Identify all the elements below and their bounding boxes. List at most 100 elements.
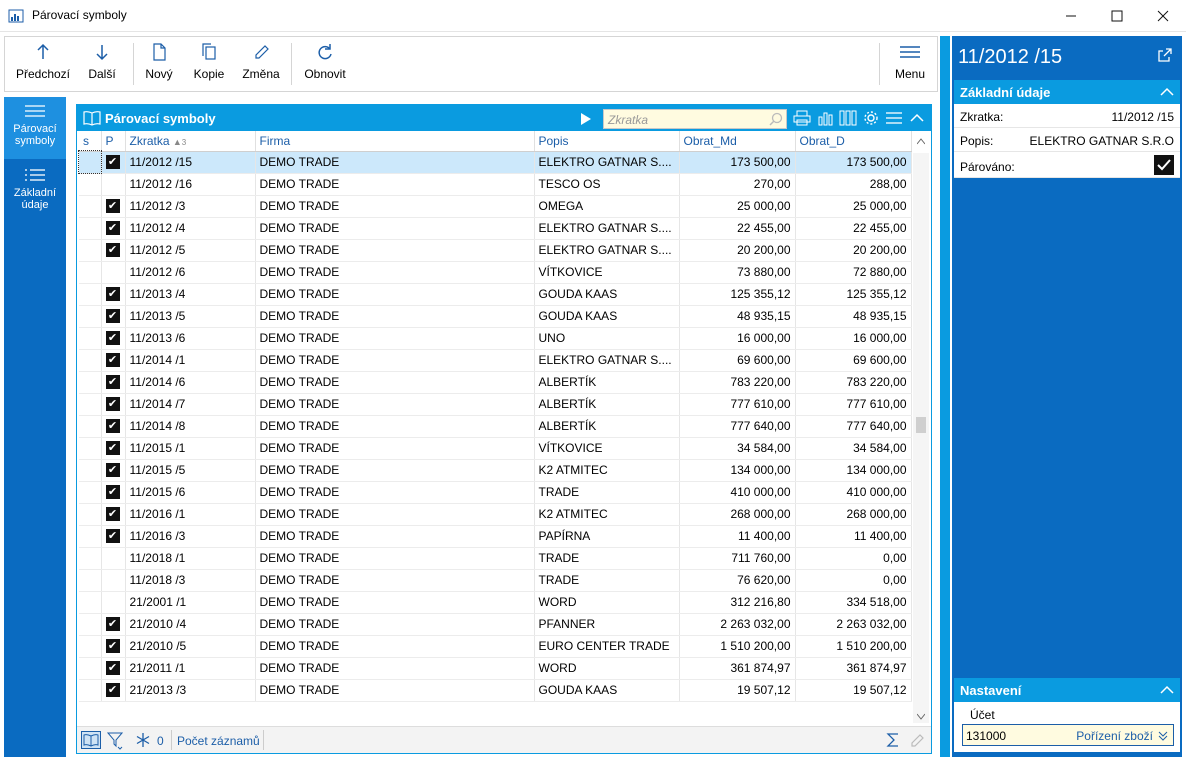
table-row[interactable]: ✔ 11/2012 /3 DEMO TRADE OMEGA 25 000,00 25 00… — [79, 195, 912, 218]
paired-checkbox[interactable]: ✔ — [105, 639, 120, 654]
pane-splitter[interactable] — [940, 36, 950, 757]
paired-checkbox[interactable]: ✔ — [105, 485, 120, 500]
column-header-s[interactable]: s — [79, 131, 102, 152]
table-row[interactable]: 11/2018 /3 DEMO TRADE TRADE 76 620,00 0,00 — [79, 569, 912, 592]
chevron-up-icon[interactable] — [1160, 684, 1174, 696]
maximize-button[interactable] — [1094, 0, 1140, 32]
new-button[interactable]: Nový — [141, 37, 177, 91]
close-button[interactable] — [1140, 0, 1186, 32]
section-header[interactable]: Nastavení — [954, 678, 1180, 702]
filter-icon[interactable] — [107, 732, 123, 750]
section-header[interactable]: Základní údaje — [954, 80, 1180, 104]
column-header-firma[interactable]: Firma — [255, 131, 535, 152]
paired-checkbox[interactable]: ✔ — [105, 287, 120, 302]
play-icon[interactable] — [579, 112, 593, 126]
table-row[interactable]: ✔ 21/2010 /4 DEMO TRADE PFANNER 2 263 032,00… — [79, 613, 912, 636]
previous-button[interactable]: Předchozí — [13, 37, 73, 91]
sum-icon[interactable] — [885, 732, 901, 748]
paired-checkbox[interactable]: ✔ — [105, 661, 120, 676]
paired-checkbox[interactable]: ✔ — [105, 353, 120, 368]
ucet-field[interactable]: 131000 Pořízení zboží — [962, 724, 1174, 746]
column-header-popis[interactable]: Popis — [534, 131, 680, 152]
book-view-icon[interactable] — [81, 731, 101, 749]
table-row[interactable]: ✔ 21/2013 /3 DEMO TRADE GOUDA KAAS 19 507,12… — [79, 679, 912, 702]
snowflake-icon[interactable] — [135, 732, 151, 748]
table-row[interactable]: ✔ 11/2013 /5 DEMO TRADE GOUDA KAAS 48 935,15… — [79, 305, 912, 328]
cell-obrat-md: 34 584,00 — [679, 437, 796, 460]
edit-button[interactable]: Změna — [239, 37, 283, 91]
table-row[interactable]: ✔ 21/2010 /5 DEMO TRADE EURO CENTER TRADE 1 … — [79, 635, 912, 658]
gear-icon[interactable] — [863, 110, 879, 126]
paired-checkbox[interactable]: ✔ — [105, 683, 120, 698]
paired-checkbox[interactable]: ✔ — [105, 441, 120, 456]
cell-p: ✔ — [101, 371, 126, 394]
columns-icon[interactable] — [839, 110, 857, 126]
chevron-up-icon[interactable] — [909, 111, 925, 125]
paired-checkbox[interactable]: ✔ — [105, 463, 120, 478]
table-row[interactable]: ✔ 11/2015 /5 DEMO TRADE K2 ATMITEC 134 000,0… — [79, 459, 912, 482]
cell-p — [101, 547, 126, 570]
table-row[interactable]: ✔ 11/2014 /7 DEMO TRADE ALBERTÍK 777 610,00 7… — [79, 393, 912, 416]
table-row[interactable]: ✔ 11/2016 /3 DEMO TRADE PAPÍRNA 11 400,00 11 … — [79, 525, 912, 548]
next-button[interactable]: Další — [81, 37, 123, 91]
column-header-zkratka[interactable]: Zkratka ▲3 — [125, 131, 256, 152]
table-row[interactable]: ✔ 11/2014 /6 DEMO TRADE ALBERTÍK 783 220,00 7… — [79, 371, 912, 394]
search-input[interactable]: Zkratka — [603, 109, 787, 129]
paired-checkbox[interactable]: ✔ — [105, 375, 120, 390]
paired-checkbox[interactable]: ✔ — [105, 331, 120, 346]
paired-checkbox[interactable]: ✔ — [105, 617, 120, 632]
column-header-p[interactable]: P — [101, 131, 126, 152]
paired-checkbox[interactable]: ✔ — [105, 529, 120, 544]
status-separator — [263, 730, 264, 750]
table-row[interactable]: ✔ 11/2013 /4 DEMO TRADE GOUDA KAAS 125 355,1… — [79, 283, 912, 306]
cell-popis: PAPÍRNA — [534, 525, 680, 548]
scroll-up-icon[interactable] — [917, 137, 925, 145]
paired-checkbox[interactable]: ✔ — [105, 221, 120, 236]
paired-checkbox[interactable]: ✔ — [105, 243, 120, 258]
hamburger-menu-icon[interactable] — [885, 110, 903, 126]
table-row[interactable]: ✔ 11/2014 /1 DEMO TRADE ELEKTRO GATNAR S...… — [79, 349, 912, 372]
table-row[interactable]: ✔ 11/2014 /8 DEMO TRADE ALBERTÍK 777 640,00 7… — [79, 415, 912, 438]
print-icon[interactable] — [793, 110, 811, 126]
table-row[interactable]: ✔ 11/2015 /1 DEMO TRADE VÍTKOVICE 34 584,00 3… — [79, 437, 912, 460]
menu-button[interactable]: Menu — [889, 37, 931, 91]
paired-checkbox[interactable]: ✔ — [105, 397, 120, 412]
table-row[interactable]: 21/2001 /1 DEMO TRADE WORD 312 216,80 334 51… — [79, 591, 912, 614]
field-value[interactable]: ELEKTRO GATNAR S.R.O — [1030, 134, 1174, 148]
paired-checkbox[interactable]: ✔ — [105, 155, 120, 170]
chart-icon[interactable] — [817, 110, 835, 126]
column-header-obrat-md[interactable]: Obrat_Md — [679, 131, 796, 152]
table-row[interactable]: ✔ 11/2012 /15 DEMO TRADE ELEKTRO GATNAR S..… — [78, 150, 912, 174]
table-row[interactable]: ✔ 11/2016 /1 DEMO TRADE K2 ATMITEC 268 000,0… — [79, 503, 912, 526]
app-icon — [8, 9, 24, 23]
paired-checkbox[interactable]: ✔ — [105, 199, 120, 214]
paired-checkbox[interactable]: ✔ — [105, 419, 120, 434]
table-row[interactable]: ✔ 11/2012 /4 DEMO TRADE ELEKTRO GATNAR S...… — [79, 217, 912, 240]
copy-button[interactable]: Kopie — [189, 37, 229, 91]
nav-item-parovaci-symboly[interactable]: Párovací symboly — [4, 97, 66, 159]
table-row[interactable]: ✔ 11/2012 /5 DEMO TRADE ELEKTRO GATNAR S...… — [79, 239, 912, 262]
paired-checkbox[interactable]: ✔ — [105, 507, 120, 522]
table-row[interactable]: 11/2018 /1 DEMO TRADE TRADE 711 760,00 0,00 — [79, 547, 912, 570]
dropdown-icon[interactable] — [1157, 730, 1169, 742]
paired-checkbox[interactable]: ✔ — [105, 309, 120, 324]
table-row[interactable]: ✔ 11/2013 /6 DEMO TRADE UNO 16 000,00 16 000,… — [79, 327, 912, 350]
column-header-obrat-d[interactable]: Obrat_D — [795, 131, 912, 152]
scrollbar-thumb[interactable] — [916, 417, 926, 433]
table-row[interactable]: ✔ 11/2015 /6 DEMO TRADE TRADE 410 000,00 410 … — [79, 481, 912, 504]
table-row[interactable]: ✔ 21/2011 /1 DEMO TRADE WORD 361 874,97 361 8… — [79, 657, 912, 680]
chevron-up-icon[interactable] — [1160, 86, 1174, 98]
table-row[interactable]: 11/2012 /6 DEMO TRADE VÍTKOVICE 73 880,00 72… — [79, 261, 912, 284]
parovano-checkbox[interactable] — [1154, 155, 1174, 175]
toolbar-separator — [133, 43, 134, 85]
refresh-button[interactable]: Obnovit — [299, 37, 351, 91]
field-value[interactable]: 11/2012 /15 — [1111, 110, 1174, 124]
scroll-down-icon[interactable] — [917, 713, 925, 721]
vertical-scrollbar[interactable] — [913, 138, 929, 723]
minimize-button[interactable] — [1048, 0, 1094, 32]
nav-item-zakladni-udaje[interactable]: Základní údaje — [4, 161, 66, 223]
record-count-label[interactable]: Počet záznamů — [177, 734, 260, 748]
popout-icon[interactable] — [1158, 48, 1172, 62]
table-row[interactable]: 11/2012 /16 DEMO TRADE TESCO OS 270,00 288,0… — [79, 173, 912, 196]
search-icon[interactable] — [769, 112, 783, 126]
